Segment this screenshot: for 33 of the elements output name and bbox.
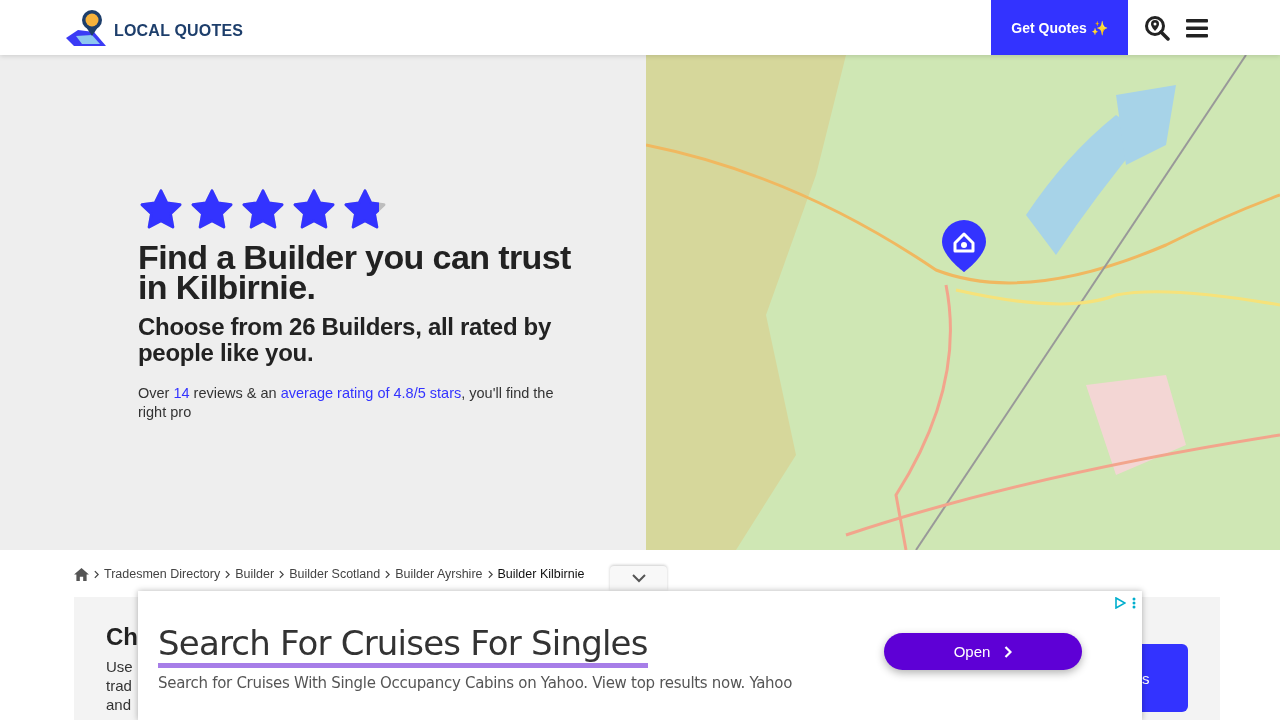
section-text: and (106, 695, 133, 714)
open-button[interactable]: Open (884, 633, 1082, 670)
intro-link[interactable]: 14 (173, 384, 190, 401)
play-icon[interactable] (1114, 597, 1126, 609)
chevron-down-icon (631, 574, 646, 583)
menu-icon[interactable] (1186, 17, 1208, 38)
breadcrumb-link[interactable]: Builder (235, 567, 275, 581)
home-icon[interactable] (74, 567, 89, 581)
hero-subtitle: Choose from 26 Builders, all rated by people like you. (138, 313, 553, 366)
ad-headline[interactable]: Search For Cruises For Singles (158, 623, 648, 668)
location-search-icon[interactable] (1144, 14, 1170, 41)
breadcrumb-link[interactable]: Builder Ayrshire (395, 567, 483, 581)
chevron-icon (279, 569, 285, 579)
collapse-tab[interactable] (610, 566, 667, 591)
get-quotes-button[interactable]: Get Quotes ✨ (991, 0, 1128, 55)
breadcrumb-link[interactable]: Tradesmen Directory (104, 567, 221, 581)
section-text: trad (106, 676, 133, 695)
hero-title: Find a Builder you can trust in Kilbirnie. (138, 241, 572, 302)
chevron-icon (385, 569, 391, 579)
chevron-icon (94, 569, 99, 579)
hero-intro: Over 14 reviews & an average rating of 4.8/5 stars, you'll find the right pro (138, 383, 555, 422)
more-icon[interactable] (1132, 597, 1136, 609)
action-button[interactable]: s (1142, 644, 1188, 712)
section-text: Use (106, 657, 134, 676)
map-pin-icon[interactable] (940, 218, 988, 274)
logo-text[interactable]: LOCAL QUOTES (114, 21, 244, 40)
chevron-right-icon (1004, 645, 1013, 658)
chevron-icon (225, 569, 231, 579)
current-page-label: Builder Kilbirnie (497, 567, 585, 581)
chevron-icon (487, 569, 493, 579)
section-heading: Ch (106, 623, 138, 651)
ad-description: Search for Cruises With Single Occupancy Cabins on Yahoo. View top results now. Yahoo (158, 674, 793, 692)
breadcrumb-link[interactable]: Builder Scotland (289, 567, 381, 581)
